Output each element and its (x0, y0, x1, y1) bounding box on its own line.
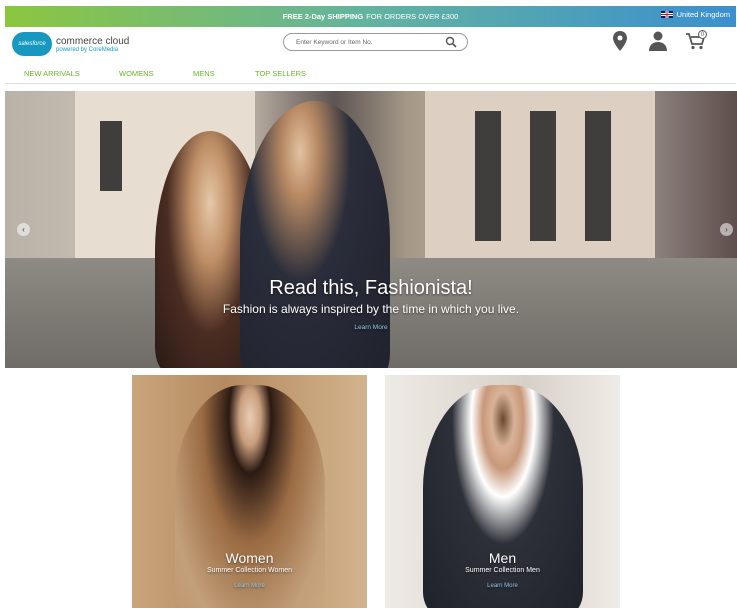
uk-flag-icon (660, 11, 673, 18)
cart-icon[interactable]: 0 (685, 30, 707, 52)
region-selector[interactable]: United Kingdom (660, 10, 730, 19)
men-tile-text: Men Summer Collection Men Learn More (385, 550, 620, 592)
promo-text: FOR ORDERS OVER £300 (366, 12, 459, 21)
nav-top-sellers[interactable]: TOP SELLERS (255, 69, 306, 78)
carousel-next-icon[interactable]: › (720, 223, 733, 236)
women-collection-tile[interactable]: Women Summer Collection Women Learn More (132, 375, 367, 608)
logo-line1: commerce cloud (56, 35, 130, 47)
hero-subtitle: Fashion is always inspired by the time i… (222, 302, 520, 316)
men-tile-subtitle: Summer Collection Men (465, 567, 540, 574)
hero-learn-more-link[interactable]: Learn More (354, 324, 387, 331)
promo-bold: FREE 2-Day SHIPPING (282, 12, 364, 21)
header-icons: 0 (609, 30, 707, 52)
main-nav: NEW ARRIVALS WOMENS MENS TOP SELLERS (5, 64, 736, 84)
men-tile-title: Men (488, 550, 517, 566)
hero-window (585, 111, 611, 241)
women-learn-more-link[interactable]: Learn More (234, 583, 265, 589)
search-box (283, 33, 468, 51)
user-icon[interactable] (647, 30, 669, 52)
hero-text: Read this, Fashionista! Fashion is alway… (5, 277, 737, 334)
hero-banner[interactable]: ‹ › Read this, Fashionista! Fashion is a… (5, 91, 737, 368)
women-tile-title: Women (225, 550, 274, 566)
hero-window (100, 121, 122, 191)
nav-womens[interactable]: WOMENS (119, 69, 154, 78)
nav-mens[interactable]: MENS (193, 69, 215, 78)
location-pin-icon[interactable] (609, 30, 631, 52)
logo-line2: powered by CoreMedia (56, 46, 119, 53)
logo[interactable]: salesforce commerce cloud powered by Cor… (12, 32, 129, 56)
search-icon[interactable] (445, 36, 457, 48)
men-collection-tile[interactable]: Men Summer Collection Men Learn More (385, 375, 620, 608)
women-tile-text: Women Summer Collection Women Learn More (132, 550, 367, 592)
page: FREE 2-Day SHIPPING FOR ORDERS OVER £300… (0, 0, 737, 608)
women-tile-subtitle: Summer Collection Women (206, 567, 293, 574)
carousel-prev-icon[interactable]: ‹ (17, 223, 30, 236)
hero-window (475, 111, 501, 241)
hero-window (530, 111, 556, 241)
promo-banner: FREE 2-Day SHIPPING FOR ORDERS OVER £300… (5, 6, 736, 27)
cart-count-badge: 0 (698, 30, 707, 39)
men-learn-more-link[interactable]: Learn More (487, 583, 518, 589)
region-label: United Kingdom (676, 10, 730, 19)
logo-text: commerce cloud powered by CoreMedia (56, 36, 129, 53)
hero-title: Read this, Fashionista! (269, 277, 473, 299)
search-input[interactable] (296, 38, 445, 46)
salesforce-logo-icon: salesforce (12, 32, 52, 56)
nav-new-arrivals[interactable]: NEW ARRIVALS (24, 69, 80, 78)
